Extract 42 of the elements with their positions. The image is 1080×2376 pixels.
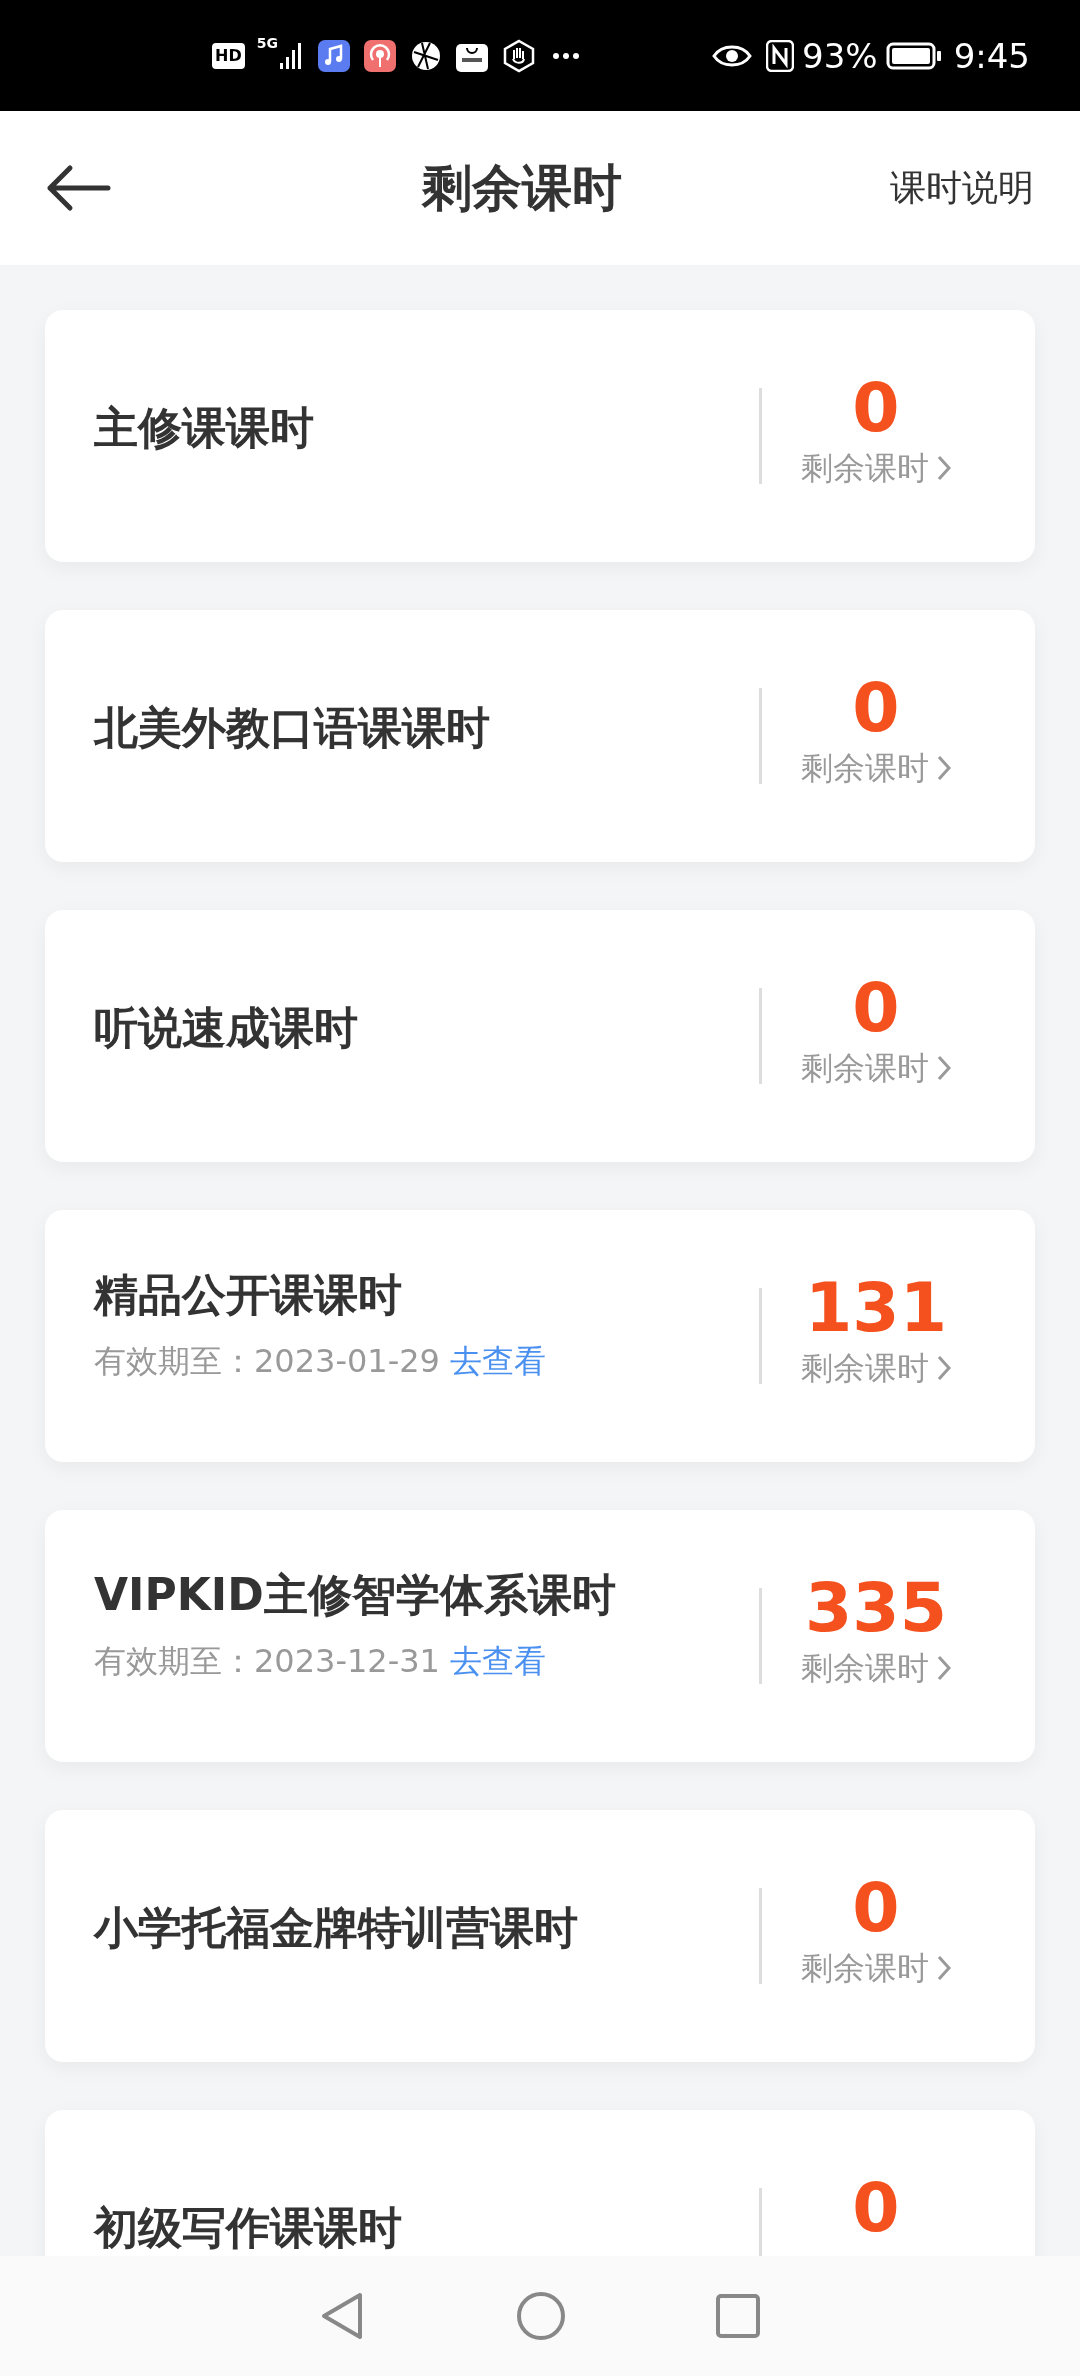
remaining-hours-count: 131: [805, 1270, 947, 1346]
battery-percentage: 93%: [802, 38, 878, 73]
broadcast-app-icon: [363, 39, 396, 72]
course-title: 北美外教口语课课时: [94, 704, 491, 752]
course-title: VIPKID主修智学体系课时: [94, 1571, 617, 1619]
course-hours-card[interactable]: 小学托福金牌特训营课时 0 剩余课时: [45, 1810, 1035, 2062]
recents-nav-button[interactable]: [716, 2294, 760, 2338]
course-title: 小学托福金牌特训营课时: [94, 1904, 579, 1952]
hand-icon: [501, 38, 536, 73]
course-title: 主修课课时: [94, 404, 315, 452]
more-icon: [551, 51, 580, 60]
chevron-right-icon: [937, 455, 951, 481]
expiry-date: 有效期至：2023-12-31: [94, 1641, 440, 1682]
remaining-hours-count: 0: [852, 670, 900, 746]
music-app-icon: [317, 39, 350, 72]
chevron-right-icon: [937, 1655, 951, 1681]
course-title: 精品公开课课时: [94, 1271, 403, 1319]
network-type: 5G: [256, 36, 278, 50]
course-hours-card[interactable]: 听说速成课时 0 剩余课时: [45, 910, 1035, 1162]
course-title: 听说速成课时: [94, 1004, 359, 1052]
course-hours-card[interactable]: 北美外教口语课课时 0 剩余课时: [45, 610, 1035, 862]
remaining-hours-count: 335: [805, 1570, 947, 1646]
expiry-date: 有效期至：2023-01-29: [94, 1341, 440, 1382]
page-title: 剩余课时: [420, 157, 622, 219]
clock: 9:45: [953, 38, 1030, 73]
chevron-right-icon: [937, 1955, 951, 1981]
home-nav-button[interactable]: [516, 2291, 566, 2341]
course-hours-card[interactable]: 初级写作课课时 0: [45, 2110, 1035, 2256]
hd-indicator: HD: [212, 42, 245, 69]
battery-icon: [885, 41, 942, 70]
remaining-hours-count: 0: [852, 970, 900, 1046]
chevron-right-icon: [937, 1055, 951, 1081]
remaining-hours-count: 0: [852, 1870, 900, 1946]
chevron-right-icon: [937, 755, 951, 781]
chevron-right-icon: [937, 1355, 951, 1381]
nfc-icon: [766, 39, 795, 72]
course-hours-card[interactable]: 主修课课时 0 剩余课时: [45, 310, 1035, 562]
course-title: 初级写作课课时: [94, 2204, 403, 2252]
remaining-hours-count: 0: [852, 2170, 900, 2246]
signal-icon: [279, 40, 304, 71]
course-hours-info-link[interactable]: 课时说明: [890, 161, 1034, 215]
remaining-hours-count: 0: [852, 370, 900, 446]
